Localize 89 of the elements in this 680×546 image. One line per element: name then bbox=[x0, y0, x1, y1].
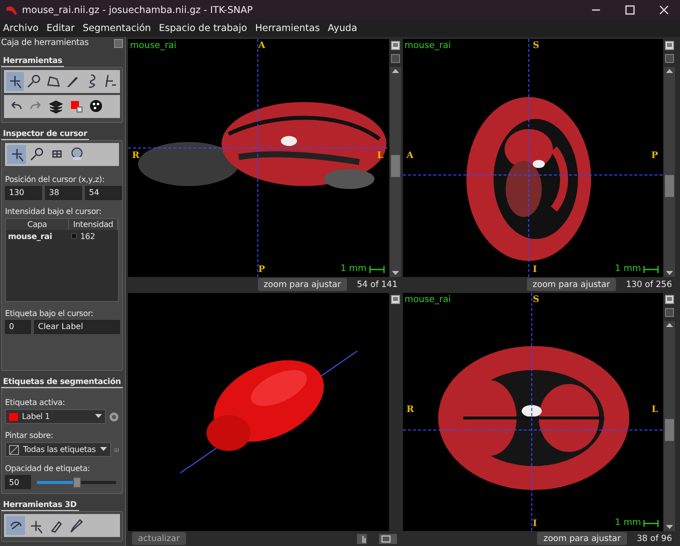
window-title: mouse_rai.nii.gz - josuechamba.nii.gz - ITK-SNAP bbox=[22, 4, 254, 16]
menu-item[interactable]: Espacio de trabajo bbox=[158, 23, 248, 34]
tool-button[interactable] bbox=[7, 144, 26, 164]
globe-icon bbox=[68, 146, 84, 162]
scale-bar-icon bbox=[643, 266, 659, 272]
orientation-label: R bbox=[132, 150, 140, 161]
menu-item[interactable]: Segmentación bbox=[82, 23, 151, 34]
scroll-down-icon[interactable] bbox=[665, 523, 674, 531]
field-label: Pintar sobre: bbox=[5, 431, 54, 440]
menu-item[interactable]: Ayuda bbox=[328, 23, 358, 34]
scroll-up-icon[interactable] bbox=[390, 67, 400, 75]
scroll-up-icon[interactable] bbox=[665, 321, 674, 329]
slice-counter: 38 of 96 bbox=[636, 534, 672, 544]
orientation-label: L bbox=[377, 150, 384, 161]
snapshot-icon[interactable] bbox=[378, 532, 398, 544]
field-label: Opacidad de etiqueta: bbox=[5, 464, 91, 473]
scale-label: 1 mm bbox=[614, 518, 641, 528]
scale-bar-icon bbox=[643, 520, 659, 526]
display-settings-icon[interactable] bbox=[356, 532, 368, 544]
field-label: Etiqueta activa: bbox=[5, 398, 66, 407]
palette-icon bbox=[88, 98, 104, 114]
scale-bar-icon bbox=[368, 266, 384, 272]
dropdown-arrow-icon[interactable] bbox=[100, 447, 107, 452]
view-option-icon[interactable] bbox=[390, 54, 400, 63]
orientation-label: A bbox=[258, 41, 266, 51]
scrollbar-thumb[interactable] bbox=[390, 155, 400, 177]
label-name-field[interactable]: Clear Label bbox=[34, 320, 120, 334]
scrollbar[interactable] bbox=[664, 67, 675, 277]
orientation-label: I bbox=[532, 519, 537, 529]
orientation-label: A bbox=[406, 150, 414, 161]
menu-item[interactable]: Herramientas bbox=[255, 23, 320, 34]
scroll-down-icon[interactable] bbox=[390, 269, 400, 277]
scrollbar[interactable] bbox=[664, 321, 675, 531]
paint-over-dropdown[interactable]: Todas las etiquetas bbox=[5, 442, 111, 457]
settings-icon[interactable] bbox=[109, 412, 119, 422]
layer-name: mouse_rai bbox=[404, 41, 451, 51]
menu-item[interactable]: Editar bbox=[46, 23, 75, 34]
column-header[interactable]: Capa bbox=[6, 218, 70, 230]
scroll-up-icon[interactable] bbox=[665, 67, 674, 75]
zoom-to-fit-button[interactable]: zoom para ajustar bbox=[258, 278, 347, 291]
orientation-label: P bbox=[258, 265, 266, 275]
coordinate-field[interactable]: 54 bbox=[85, 186, 122, 200]
coordinate-field[interactable]: 130 bbox=[5, 186, 42, 200]
zoom-icon bbox=[26, 73, 42, 90]
orientation-label: P bbox=[651, 150, 658, 161]
orientation-label: L bbox=[652, 404, 658, 415]
update-button[interactable]: actualizar bbox=[132, 532, 186, 545]
dropdown-arrow-icon[interactable] bbox=[95, 414, 102, 419]
orientation-label: R bbox=[406, 404, 414, 415]
zoom-to-fit-button[interactable]: zoom para ajustar bbox=[537, 532, 627, 545]
menu-item[interactable]: Archivo bbox=[3, 23, 39, 34]
orientation-label: S bbox=[532, 41, 540, 51]
field-label: Posición del cursor (x,y,z): bbox=[5, 174, 106, 184]
view-layout-icon[interactable] bbox=[390, 41, 400, 50]
pen-icon bbox=[68, 518, 84, 534]
float-icon[interactable] bbox=[114, 38, 123, 48]
orientation-label: I bbox=[532, 265, 537, 275]
column-header[interactable]: Intensidad bbox=[69, 218, 118, 230]
zoom-icon bbox=[28, 146, 44, 162]
table-cell: 162 bbox=[80, 232, 95, 241]
zoom-to-fit-button[interactable]: zoom para ajustar bbox=[526, 278, 616, 291]
polygon-icon bbox=[45, 73, 61, 90]
opacity-field[interactable]: 50 bbox=[5, 475, 31, 489]
scale-label: 1 mm bbox=[340, 264, 366, 274]
label-value-field[interactable]: 0 bbox=[5, 320, 31, 334]
slice-counter: 130 of 256 bbox=[626, 280, 672, 290]
scrollbar[interactable] bbox=[390, 67, 400, 277]
orientation-label: S bbox=[532, 295, 540, 305]
intensity-swatch-icon bbox=[71, 233, 78, 240]
slice-counter: 54 of 141 bbox=[356, 280, 398, 290]
tool-button[interactable] bbox=[6, 72, 24, 91]
field-label: Intensidad bajo el cursor: bbox=[5, 206, 102, 216]
app-logo-icon[interactable] bbox=[4, 4, 18, 16]
coordinate-field[interactable]: 38 bbox=[45, 186, 82, 200]
layer-name: mouse_rai bbox=[130, 41, 176, 51]
scrollbar-thumb[interactable] bbox=[665, 175, 674, 197]
table-cell-text: mouse_rai bbox=[7, 230, 54, 243]
crosshair-cursor-icon bbox=[7, 73, 23, 90]
empty-label-icon bbox=[9, 444, 19, 454]
layers-icon bbox=[48, 98, 64, 114]
slider-thumb[interactable] bbox=[72, 476, 80, 488]
panel-title: Caja de herramientas bbox=[1, 38, 89, 48]
scale-label: 1 mm bbox=[614, 264, 641, 274]
scroll-down-icon[interactable] bbox=[665, 269, 674, 277]
label-dropdown[interactable]: Label 1 bbox=[5, 409, 106, 424]
layer-name: mouse_rai bbox=[404, 295, 451, 305]
scrollbar-thumb[interactable] bbox=[665, 419, 674, 441]
view-layout-icon[interactable] bbox=[390, 295, 400, 304]
field-label: Etiqueta bajo el cursor: bbox=[5, 308, 94, 318]
